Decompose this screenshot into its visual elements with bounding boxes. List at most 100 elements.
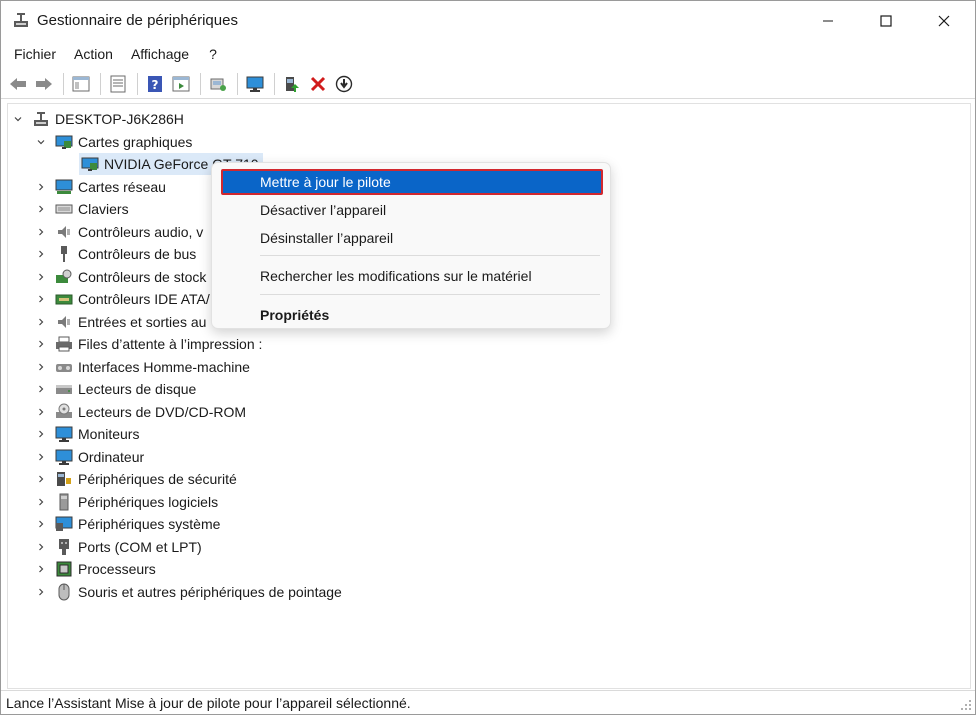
chevron-right-icon[interactable] — [35, 541, 47, 553]
title-bar[interactable]: Gestionnaire de périphériques — [1, 1, 975, 41]
context-separator — [260, 255, 600, 256]
context-item-label: Propriétés — [260, 307, 330, 323]
tree-category[interactable]: Processeurs — [35, 558, 156, 580]
tree-category-label: Lecteurs de DVD/CD-ROM — [78, 403, 247, 420]
tree-category-label: Ordinateur — [78, 448, 145, 465]
tree-category-label: Contrôleurs de stock — [78, 268, 207, 285]
update-driver-button[interactable] — [281, 73, 303, 95]
monitor-button[interactable] — [244, 73, 266, 95]
chevron-right-icon[interactable] — [35, 248, 47, 260]
tree-category[interactable]: Cartes graphiques — [35, 131, 192, 153]
context-item-update-driver[interactable]: Mettre à jour le pilote — [221, 169, 603, 195]
resize-grip-icon[interactable] — [960, 697, 972, 711]
chevron-right-icon[interactable] — [35, 586, 47, 598]
printer-icon — [55, 335, 73, 353]
menu-fichier[interactable]: Fichier — [1, 43, 66, 67]
tree-category-label: Lecteurs de disque — [78, 381, 197, 397]
chevron-down-icon[interactable] — [35, 136, 47, 148]
chevron-right-icon[interactable] — [35, 496, 47, 508]
menu-action[interactable]: Action — [66, 43, 123, 67]
chevron-right-icon[interactable] — [35, 316, 47, 328]
network-icon — [55, 178, 73, 196]
security-icon — [55, 470, 73, 488]
usb-icon — [55, 245, 73, 263]
software-device-icon — [55, 493, 73, 511]
tree-category-label: Périphériques logiciels — [78, 493, 219, 510]
help-button[interactable]: ? — [144, 73, 166, 95]
tree-category[interactable]: Ordinateur — [35, 446, 144, 468]
menu-help[interactable]: ? — [199, 43, 227, 67]
chevron-right-icon[interactable] — [35, 338, 47, 350]
minimize-button[interactable] — [799, 1, 857, 41]
chevron-right-icon[interactable] — [35, 451, 47, 463]
forward-button[interactable] — [33, 73, 55, 95]
console-tree-button[interactable] — [70, 73, 92, 95]
context-item-disable-device[interactable]: Désactiver l’appareil — [216, 196, 608, 224]
tree-category-label: Entrées et sorties au — [78, 313, 207, 330]
tree-root[interactable]: DESKTOP-J6K286H — [12, 108, 184, 130]
disk-icon — [55, 380, 73, 398]
uninstall-button[interactable] — [307, 73, 329, 95]
tree-category[interactable]: Souris et autres périphériques de pointa… — [35, 581, 342, 603]
chevron-right-icon[interactable] — [35, 361, 47, 373]
tree-category[interactable]: Périphériques de sécurité — [35, 468, 237, 490]
chevron-right-icon[interactable] — [35, 203, 47, 215]
context-item-properties[interactable]: Propriétés — [216, 301, 608, 329]
menu-affichage[interactable]: Affichage — [123, 43, 199, 67]
tree-category[interactable]: Lecteurs de disque — [35, 378, 196, 400]
maximize-button[interactable] — [857, 1, 915, 41]
device-manager-window: Gestionnaire de périphériques Fichier Ac… — [0, 0, 976, 715]
chevron-right-icon[interactable] — [35, 406, 47, 418]
tree-category[interactable]: Ports (COM et LPT) — [35, 536, 202, 558]
tree-category[interactable]: Contrôleurs de bus — [35, 243, 196, 265]
disable-button[interactable] — [333, 73, 355, 95]
svg-text:?: ? — [152, 78, 159, 92]
chevron-right-icon[interactable] — [35, 518, 47, 530]
scan-hardware-button[interactable] — [207, 73, 229, 95]
chevron-right-icon[interactable] — [35, 383, 47, 395]
minimize-icon — [823, 20, 833, 22]
chevron-down-icon[interactable] — [12, 113, 24, 125]
update-driver-icon — [286, 76, 299, 92]
back-button[interactable] — [7, 73, 29, 95]
tree-category[interactable]: Moniteurs — [35, 423, 139, 445]
tree-category-label: Souris et autres périphériques de pointa… — [78, 583, 342, 600]
tree-category[interactable]: Entrées et sorties au — [35, 311, 206, 333]
storage-controller-icon — [55, 268, 73, 286]
chevron-right-icon[interactable] — [35, 293, 47, 305]
context-item-label: Mettre à jour le pilote — [260, 174, 391, 190]
tree-category[interactable]: Interfaces Homme-machine — [35, 356, 250, 378]
tree-category[interactable]: Lecteurs de DVD/CD-ROM — [35, 401, 246, 423]
chevron-right-icon[interactable] — [35, 271, 47, 283]
tree-category-label: Interfaces Homme-machine — [78, 358, 250, 375]
tree-category[interactable]: Contrôleurs de stock — [35, 266, 206, 288]
view-button[interactable] — [170, 73, 192, 95]
tree-category[interactable]: Contrôleurs IDE ATA/ — [35, 288, 210, 310]
tree-category[interactable]: Contrôleurs audio, v — [35, 221, 203, 243]
close-button[interactable] — [915, 1, 973, 41]
list-icon — [110, 75, 126, 92]
toolbar-separator — [100, 72, 101, 95]
context-item-scan-hardware[interactable]: Rechercher les modifications sur le maté… — [216, 262, 608, 290]
chevron-right-icon[interactable] — [35, 181, 47, 193]
chevron-right-icon[interactable] — [35, 563, 47, 575]
chevron-right-icon[interactable] — [35, 226, 47, 238]
tree-category-label: Contrôleurs IDE ATA/ — [78, 291, 210, 307]
chevron-right-icon[interactable] — [35, 473, 47, 485]
tree-category[interactable]: Cartes réseau — [35, 176, 166, 198]
tree-category[interactable]: Files d’attente à l’impression : — [35, 333, 262, 355]
chevron-right-icon[interactable] — [35, 428, 47, 440]
list-button[interactable] — [107, 73, 129, 95]
tree-category-label: Claviers — [78, 201, 129, 217]
tree-category-label: Contrôleurs de bus — [78, 246, 197, 262]
tree-category[interactable]: Périphériques logiciels — [35, 491, 218, 513]
context-item-uninstall-device[interactable]: Désinstaller l’appareil — [216, 224, 608, 252]
tree-category-label: Périphériques système — [78, 516, 221, 532]
properties-pane-icon — [72, 76, 90, 91]
tree-category[interactable]: Claviers — [35, 198, 129, 220]
toolbar-separator — [274, 72, 275, 95]
tree-category-label: Cartes graphiques — [78, 133, 193, 150]
computer-root-icon — [32, 110, 50, 128]
keyboard-icon — [55, 200, 73, 218]
tree-category[interactable]: Périphériques système — [35, 513, 220, 535]
